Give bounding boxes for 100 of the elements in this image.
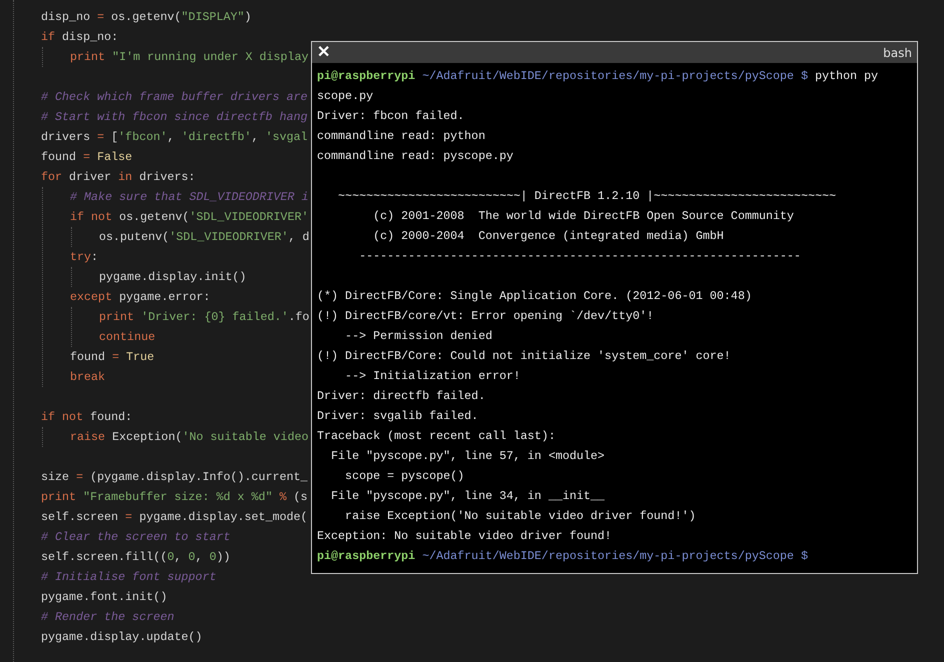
terminal-output-line: Driver: fbcon failed. (317, 108, 464, 125)
code-token: self.screen (41, 510, 118, 524)
terminal-output-line: (!) DirectFB/Core: Could not initialize 'system_core' core! (317, 348, 731, 365)
terminal-output-line: commandline read: pyscope.py (317, 148, 514, 165)
code-token: pygame.display.init() (99, 270, 246, 284)
code-token: "DISPLAY" (181, 10, 244, 24)
code-token: os.getenv( (118, 210, 190, 224)
code-token: in (117, 170, 132, 184)
command-text: python py (814, 68, 878, 85)
code-token: found: (89, 410, 132, 424)
code-token: # Initialise font support (41, 570, 216, 584)
code-token: "Framebuffer size: %d x %d" (82, 490, 272, 504)
code-token: 0 (209, 550, 216, 564)
code-token: os.putenv( (99, 230, 170, 244)
code-token: 0 (167, 550, 174, 564)
code-token: = (111, 350, 120, 364)
code-token: found (70, 350, 106, 364)
code-token: os.getenv( (110, 10, 182, 24)
code-token: False (96, 150, 132, 164)
code-token: , (251, 130, 260, 144)
code-token: pygame.font.init() (41, 590, 168, 604)
code-token: 'directfb' (181, 130, 252, 144)
terminal-output-line: scope.py (317, 88, 374, 105)
code-token: [ (110, 130, 118, 144)
code-token: pygame.display.update() (41, 630, 202, 644)
code-token: = (124, 510, 132, 524)
code-token: self.screen.fill(( (41, 550, 168, 564)
code-token: % (278, 490, 286, 504)
code-token: pygame.display.set_mode( (138, 510, 308, 524)
code-token: = (75, 470, 84, 484)
code-token: (s (292, 490, 308, 504)
code-token: 'No suitable video (182, 430, 308, 444)
terminal-title: bash (883, 44, 912, 62)
terminal-output-line: Driver: directfb failed. (317, 388, 486, 405)
code-token: try (70, 250, 92, 264)
code-token: , (195, 550, 204, 564)
code-token: Exception( (111, 430, 182, 444)
terminal-output-line: Traceback (most recent call last): (317, 428, 556, 445)
code-token: = (82, 150, 90, 164)
terminal-output-line: raise Exception('No suitable video driver found!') (344, 508, 696, 525)
terminal-output-line: --------------------------------------------------------------- (358, 248, 801, 265)
terminal-output-line: scope = pyscope() (344, 468, 464, 485)
code-token: .fo (288, 310, 310, 324)
code-token: for (41, 170, 62, 184)
code-token: "I'm running under X display (111, 50, 308, 64)
prompt-symbol: $ (800, 548, 808, 565)
code-token: 0 (188, 550, 196, 564)
prompt-user: pi@raspberrypi (317, 548, 416, 565)
prompt-user: pi@raspberrypi (317, 68, 416, 85)
code-token: if not (41, 410, 84, 424)
terminal-output-line: commandline read: python (317, 128, 486, 145)
code-token: 'Driver: {0} failed.' (140, 310, 288, 324)
code-token: print (70, 50, 106, 64)
code-token: 'SDL_VIDEODRIVER' (169, 230, 288, 244)
code-token: = (96, 10, 104, 24)
code-token: drivers: (138, 170, 196, 184)
code-token: # Make sure that SDL_VIDEODRIVER i (70, 190, 308, 204)
code-token: 'SDL_VIDEODRIVER' (189, 210, 308, 224)
code-token: 'svgal (265, 130, 308, 144)
prompt-symbol: $ (800, 68, 808, 85)
code-token: : (91, 250, 98, 264)
prompt-path: ~/Adafruit/WebIDE/repositories/my-pi-projects/pyScope (422, 548, 794, 565)
close-button[interactable]: ✕ (317, 44, 330, 60)
terminal-output-line: ~~~~~~~~~~~~~~~~~~~~~~~~~~| DirectFB 1.2.10 |~~~~~~~~~~~~~~~~~~~~~~~~~~ (337, 188, 836, 205)
code-token: driver (68, 170, 112, 184)
code-token: if not (70, 210, 112, 224)
code-token: except (70, 290, 112, 304)
terminal-output-line: (c) 2000-2004 Convergence (integrated media) GmbH (372, 228, 724, 245)
code-token: disp_no: (61, 30, 118, 44)
terminal-output-line: --> Permission denied (344, 328, 492, 345)
code-token: # Check which frame buffer drivers are (41, 90, 308, 104)
code-token: print (99, 310, 134, 324)
code-token: raise (70, 430, 106, 444)
terminal-output-line: Exception: No suitable video driver found! (317, 528, 612, 545)
terminal-output-line: Driver: svgalib failed. (317, 408, 478, 425)
terminal-output-line: --> Initialization error! (344, 368, 520, 385)
code-token: )) (216, 550, 230, 564)
code-token: (pygame.display.Info().current_ (89, 470, 308, 484)
code-token: , d (288, 230, 310, 244)
code-token: # Render the screen (41, 610, 174, 624)
code-token: size (41, 470, 70, 484)
code-token: # Clear the screen to start (41, 530, 230, 544)
code-token: pygame.error: (118, 290, 210, 304)
code-token: disp_no (41, 10, 90, 24)
code-token: = (96, 130, 104, 144)
code-token: # Start with fbcon since directfb hang (41, 110, 308, 124)
code-token: 'fbcon' (118, 130, 168, 144)
terminal-output-line: (!) DirectFB/core/vt: Error opening `/dev/tty0'! (317, 308, 654, 325)
code-token: ) (244, 10, 252, 24)
code-token: break (70, 370, 106, 384)
code-token: drivers (41, 130, 90, 144)
code-token: print (41, 490, 76, 504)
terminal-output-line: File "pyscope.py", line 57, in <module> (330, 448, 605, 465)
code-token: True (125, 350, 154, 364)
code-token: , (167, 130, 176, 144)
code-token: found (41, 150, 76, 164)
code-token: continue (99, 330, 156, 344)
code-token: if (41, 30, 56, 44)
code-token: , (174, 550, 182, 564)
prompt-path: ~/Adafruit/WebIDE/repositories/my-pi-projects/pyScope (422, 68, 794, 85)
